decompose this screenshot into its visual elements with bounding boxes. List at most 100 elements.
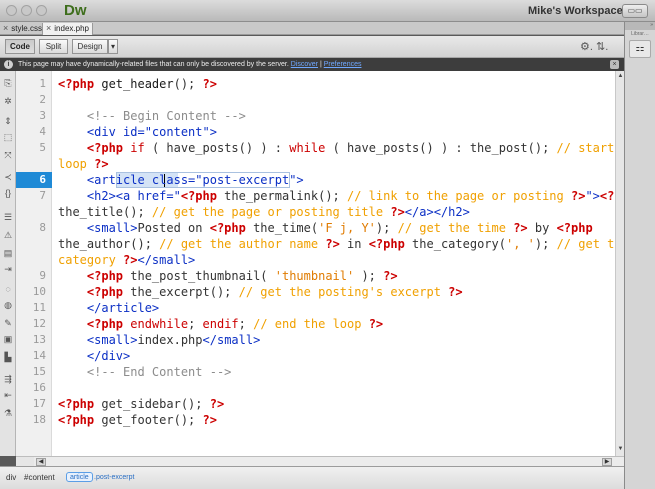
code-text[interactable]: <?php if ( have_posts() ) : while ( have… <box>58 140 615 156</box>
code-text[interactable]: <h2><a href="<?php the_permalink(); // l… <box>58 188 615 204</box>
panel-label: Librar… <box>631 31 649 37</box>
horizontal-scrollbar[interactable]: ◀ ▶ <box>34 456 624 466</box>
code-line[interactable]: 1 <?php get_header(); ?> <box>16 76 615 92</box>
outdent-code-icon[interactable]: ⇤ <box>2 389 14 401</box>
code-text[interactable]: <?php the_excerpt(); // get the posting'… <box>58 284 463 300</box>
tag-content[interactable]: #content <box>24 470 55 485</box>
scroll-up-icon[interactable]: ▲ <box>617 73 624 80</box>
syntax-coloring-icon[interactable]: ▤ <box>2 247 14 259</box>
code-text[interactable]: <!-- End Content --> <box>58 364 232 380</box>
expand-panels-icon[interactable]: » <box>625 22 655 30</box>
code-line[interactable]: 18 <?php get_footer(); ?> <box>16 412 615 428</box>
move-css-icon[interactable]: ▙ <box>2 351 14 363</box>
vertical-scrollbar[interactable]: ▲ ▼ <box>615 71 624 456</box>
scrollbar-corner <box>16 456 34 466</box>
workspace-switcher[interactable]: Mike's Workspace▾ <box>528 5 623 17</box>
scroll-left-icon[interactable]: ◀ <box>36 458 46 466</box>
design-view-button[interactable]: Design <box>72 39 108 54</box>
code-text[interactable]: category ?></small> <box>58 252 195 268</box>
tab-style-css[interactable]: × style.css <box>0 23 43 35</box>
code-text[interactable]: <div id="content"> <box>58 124 217 140</box>
line-numbers-icon[interactable]: ☰ <box>2 211 14 223</box>
site-map-icon[interactable]: ⚏ <box>629 40 651 58</box>
line-number: 12 <box>32 317 46 330</box>
toolbar-options-icons[interactable]: ⚙. ⇅. <box>580 40 608 53</box>
code-text[interactable]: <?php get_header(); ?> <box>58 76 217 92</box>
code-line[interactable]: 8 <small>Posted on <?php the_time('F j, … <box>16 220 615 236</box>
wrap-tag-icon[interactable]: ✎ <box>2 317 14 329</box>
indent-code-icon[interactable]: ⇶ <box>2 373 14 385</box>
code-text[interactable]: </article> <box>58 300 159 316</box>
minimize-window-icon[interactable] <box>21 5 32 16</box>
code-text[interactable]: <?php get_sidebar(); ?> <box>58 396 224 412</box>
discover-link[interactable]: Discover <box>291 61 318 68</box>
format-source-code-icon[interactable]: ⚗ <box>2 407 14 419</box>
code-line[interactable]: 9 <?php the_post_thumbnail( 'thumbnail' … <box>16 268 615 284</box>
apply-comment-icon[interactable]: ◌ <box>2 283 14 295</box>
tag-post-excerpt[interactable]: .post-excerpt <box>94 470 134 485</box>
line-number: 8 <box>39 221 46 234</box>
split-view-button[interactable]: Split <box>39 39 68 54</box>
code-line[interactable]: 3 <!-- Begin Content --> <box>16 108 615 124</box>
code-line[interactable]: 10 <?php the_excerpt(); // get the posti… <box>16 284 615 300</box>
scroll-right-icon[interactable]: ▶ <box>602 458 612 466</box>
line-number: 16 <box>32 381 46 394</box>
auto-indent-icon[interactable]: ⇥ <box>2 263 14 275</box>
recent-snippets-icon[interactable]: ▣ <box>2 333 14 345</box>
collapse-full-tag-icon[interactable]: ⇕ <box>2 115 14 127</box>
select-parent-tag-icon[interactable]: ≺ <box>2 171 14 183</box>
tag-div[interactable]: div <box>6 470 16 485</box>
close-tab-icon[interactable]: × <box>3 23 8 33</box>
code-line[interactable]: 14 </div> <box>16 348 615 364</box>
code-editor[interactable]: 1 <?php get_header(); ?> 2 3 <!-- Begin Con… <box>16 71 615 456</box>
tag-selector: div #content article .post-excerpt <box>0 466 624 489</box>
open-documents-icon[interactable]: ⎘ <box>2 77 14 89</box>
code-line[interactable]: 12 <?php endwhile; endif; // end the loo… <box>16 316 615 332</box>
code-text[interactable]: loop ?> <box>58 156 109 172</box>
close-tab-icon[interactable]: × <box>46 23 51 33</box>
code-line[interactable]: 6 <article class="post-excerpt"> <box>16 172 615 188</box>
code-text[interactable]: <small>index.php</small> <box>58 332 260 348</box>
code-line-continuation[interactable]: category ?></small> <box>16 252 615 268</box>
preferences-link[interactable]: Preferences <box>324 61 362 68</box>
code-view-button[interactable]: Code <box>5 39 35 54</box>
balance-braces-icon[interactable]: {} <box>2 187 14 199</box>
close-icon[interactable]: × <box>610 60 619 69</box>
code-line[interactable]: 11 </article> <box>16 300 615 316</box>
code-text[interactable]: </div> <box>58 348 130 364</box>
expand-all-icon[interactable]: ⤧ <box>2 149 14 161</box>
document-toolbar: Code Split Design ▾ ⚙. ⇅. <box>0 36 624 58</box>
code-line[interactable]: 16 <box>16 380 615 396</box>
tag-article[interactable]: article <box>66 472 93 482</box>
code-text[interactable]: <?php get_footer(); ?> <box>58 412 217 428</box>
code-text[interactable]: <!-- Begin Content --> <box>58 108 246 124</box>
code-line[interactable]: 15 <!-- End Content --> <box>16 364 615 380</box>
tab-label: style.css <box>11 24 42 33</box>
code-line[interactable]: 4 <div id="content"> <box>16 124 615 140</box>
code-line[interactable]: 17 <?php get_sidebar(); ?> <box>16 396 615 412</box>
code-line[interactable]: 5 <?php if ( have_posts() ) : while ( ha… <box>16 140 615 156</box>
design-view-dropdown[interactable]: ▾ <box>108 39 118 54</box>
code-line-continuation[interactable]: loop ?> <box>16 156 615 172</box>
zoom-window-icon[interactable] <box>36 5 47 16</box>
code-line[interactable]: 7 <h2><a href="<?php the_permalink(); //… <box>16 188 615 204</box>
show-code-navigator-icon[interactable]: ✲ <box>2 95 14 107</box>
code-line[interactable]: 2 <box>16 92 615 108</box>
close-window-icon[interactable] <box>6 5 17 16</box>
remove-comment-icon[interactable]: ◍ <box>2 299 14 311</box>
code-line[interactable]: 13 <small>index.php</small> <box>16 332 615 348</box>
code-text[interactable]: the_author(); // get the author name ?> … <box>58 236 615 252</box>
info-icon: i <box>4 60 13 69</box>
code-line-continuation[interactable]: the_author(); // get the author name ?> … <box>16 236 615 252</box>
code-text[interactable]: <?php the_post_thumbnail( 'thumbnail' );… <box>58 268 398 284</box>
code-text[interactable]: <article class="post-excerpt"> <box>58 172 304 188</box>
collapse-selection-icon[interactable]: ⬚ <box>2 131 14 143</box>
highlight-invalid-code-icon[interactable]: ⚠ <box>2 229 14 241</box>
panel-toggle-button[interactable]: ▭▭ <box>622 4 648 18</box>
code-text[interactable]: <?php endwhile; endif; // end the loop ?… <box>58 316 383 332</box>
scroll-down-icon[interactable]: ▼ <box>617 446 624 453</box>
code-text[interactable]: the_title(); // get the page or posting … <box>58 204 470 220</box>
tab-index-php[interactable]: × index.php <box>43 23 93 35</box>
code-text[interactable]: <small>Posted on <?php the_time('F j, Y'… <box>58 220 593 236</box>
code-line-continuation[interactable]: the_title(); // get the page or posting … <box>16 204 615 220</box>
